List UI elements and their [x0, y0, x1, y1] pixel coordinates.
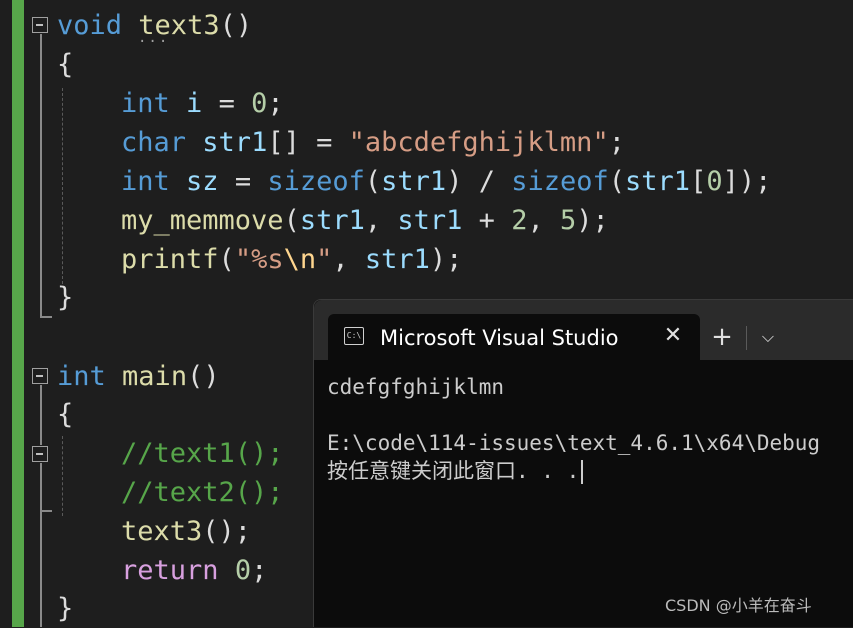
punctuation: (	[608, 166, 626, 197]
string-literal: "abcdefghijklmn"	[348, 127, 609, 158]
collapse-icon[interactable]	[32, 368, 48, 384]
brace: }	[57, 282, 74, 313]
console-tab-bar: C:\ Microsoft Visual Studio ✕ + ⌵	[314, 300, 853, 360]
code-line[interactable]: void text3()	[57, 7, 252, 45]
variable: str1	[397, 205, 463, 236]
console-window[interactable]: C:\ Microsoft Visual Studio ✕ + ⌵ cdefgf…	[313, 299, 853, 627]
console-output-line: 按任意键关闭此窗口. . .	[327, 457, 584, 485]
outline-guide	[40, 463, 42, 627]
operator: =	[202, 88, 252, 119]
punctuation: ;	[608, 127, 625, 158]
code-line[interactable]: {	[57, 46, 73, 84]
number: 5	[559, 205, 577, 236]
keyword: sizeof	[267, 166, 365, 197]
collapse-icon[interactable]	[32, 446, 48, 462]
outline-guide	[40, 510, 52, 512]
number: 2	[511, 205, 528, 236]
console-tab[interactable]: C:\ Microsoft Visual Studio ✕	[328, 314, 700, 360]
function-name: main	[122, 361, 188, 392]
function-name: text3	[121, 516, 203, 547]
punctuation: ) /	[446, 166, 512, 197]
keyword: void	[57, 10, 123, 41]
punctuation: (	[364, 166, 382, 197]
keyword: return	[121, 555, 219, 586]
variable: sz	[186, 166, 219, 197]
variable: str1	[625, 166, 691, 197]
tab-title: Microsoft Visual Studio	[380, 326, 619, 350]
punctuation: );	[576, 205, 609, 236]
punctuation: (	[283, 205, 300, 236]
variable: str1	[364, 244, 430, 275]
code-line[interactable]: //text2();	[121, 474, 284, 512]
variable: str1	[299, 205, 365, 236]
tab-divider	[746, 326, 747, 350]
operator: +	[462, 205, 512, 236]
function-name: printf	[121, 244, 219, 275]
comment: //text1();	[121, 438, 284, 469]
collapse-icon[interactable]	[32, 17, 48, 33]
string-literal: "%s	[234, 244, 284, 275]
terminal-icon: C:\	[344, 327, 364, 345]
text-cursor	[581, 460, 584, 484]
punctuation: ;	[267, 88, 284, 119]
keyword: int	[121, 166, 170, 197]
comment: //text2();	[121, 477, 284, 508]
punctuation: [	[690, 166, 707, 197]
punctuation: ,	[527, 205, 560, 236]
code-line[interactable]: printf("%s\n", str1);	[121, 241, 462, 279]
code-lines[interactable]: void text3() { int i = 0; char str1[] = …	[57, 0, 771, 624]
number: 0	[234, 555, 252, 586]
code-line[interactable]: //text1();	[121, 435, 284, 473]
punctuation: ,	[364, 205, 398, 236]
change-indicator-bar	[12, 0, 24, 627]
punctuation: ,	[332, 244, 365, 275]
punctuation: [] =	[267, 127, 349, 158]
brace: {	[57, 49, 74, 80]
escape-sequence: \n	[283, 244, 317, 275]
keyword: int	[57, 361, 106, 392]
punctuation: );	[429, 244, 463, 275]
brace: }	[57, 593, 74, 624]
punctuation: (	[218, 244, 235, 275]
code-line[interactable]: }	[57, 590, 73, 628]
variable: str1	[202, 127, 268, 158]
function-name: my_memmove	[121, 205, 284, 236]
variable: str1	[381, 166, 447, 197]
string-literal: "	[316, 244, 333, 275]
outline-guide	[40, 316, 52, 318]
code-line[interactable]: int sz = sizeof(str1) / sizeof(str1[0]);	[121, 163, 771, 201]
operator: =	[218, 166, 268, 197]
variable: i	[186, 88, 203, 119]
chevron-down-icon[interactable]: ⌵	[754, 322, 782, 352]
code-line[interactable]: int i = 0;	[121, 85, 284, 123]
number: 0	[251, 88, 268, 119]
console-output-line: E:\code\114-issues\text_4.6.1\x64\Debug	[327, 431, 821, 455]
console-output-line: cdefgfghijklmn	[327, 375, 505, 399]
code-line[interactable]: text3();	[121, 513, 251, 551]
keyword: char	[121, 127, 187, 158]
number: 0	[706, 166, 723, 197]
console-prompt-text: 按任意键关闭此窗口. . .	[327, 459, 580, 483]
code-line[interactable]: }	[57, 279, 73, 317]
outline-guide	[40, 385, 42, 445]
close-icon[interactable]: ✕	[660, 320, 686, 352]
function-name: text3	[138, 10, 220, 41]
punctuation: ()	[219, 10, 253, 41]
keyword: sizeof	[511, 166, 609, 197]
code-line[interactable]: return 0;	[121, 552, 267, 590]
punctuation: ()	[187, 361, 220, 392]
punctuation: ;	[251, 555, 268, 586]
outline-guide	[40, 34, 42, 318]
code-line[interactable]: my_memmove(str1, str1 + 2, 5);	[121, 202, 609, 240]
punctuation: ();	[202, 516, 252, 547]
watermark: CSDN @小羊在奋斗	[665, 596, 812, 615]
new-tab-button[interactable]: +	[706, 322, 738, 352]
code-line[interactable]: {	[57, 396, 73, 434]
punctuation: ]);	[722, 166, 772, 197]
brace: {	[57, 399, 74, 430]
keyword: int	[121, 88, 170, 119]
code-line[interactable]: char str1[] = "abcdefghijklmn";	[121, 124, 625, 162]
code-line[interactable]: int main()	[57, 358, 220, 396]
